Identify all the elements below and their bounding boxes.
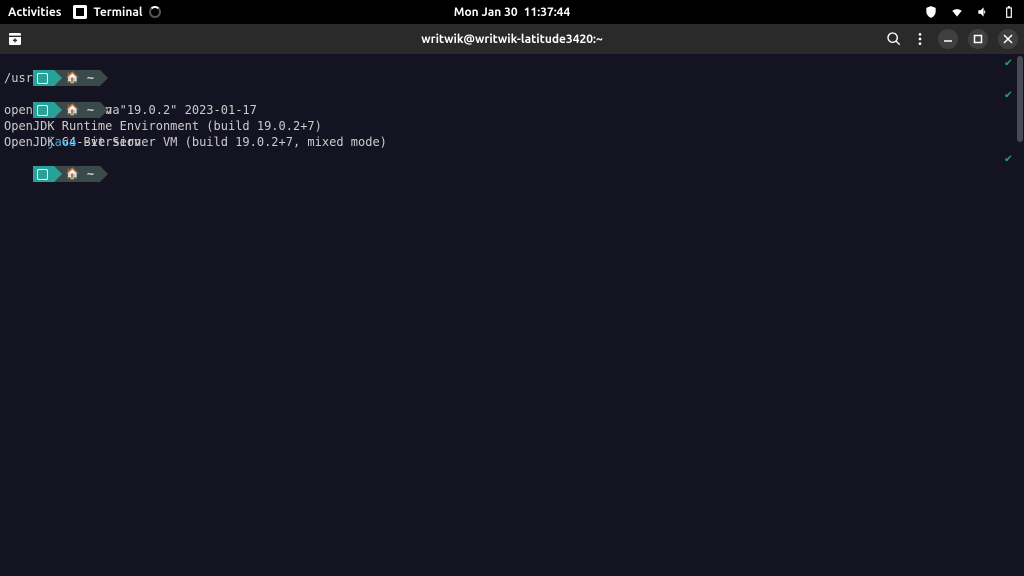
- status-ok-icon: ✔: [1005, 150, 1012, 166]
- os-logo-icon: [37, 169, 48, 180]
- terminal-viewport[interactable]: 🏠 ~ which java ✔ /usr/bin/java 🏠 ~ java …: [0, 54, 1024, 576]
- scrollbar-thumb[interactable]: [1017, 56, 1023, 142]
- app-name-label: Terminal: [93, 6, 142, 19]
- os-logo-icon: [37, 73, 48, 84]
- status-ok-icon: ✔: [1005, 54, 1012, 70]
- battery-icon[interactable]: [1002, 5, 1016, 19]
- terminal-app-icon: [73, 5, 87, 19]
- search-icon[interactable]: [886, 31, 902, 47]
- terminal-line: 🏠 ~ which java ✔: [0, 54, 1024, 70]
- shell-prompt: 🏠 ~: [33, 70, 108, 86]
- network-icon[interactable]: [950, 5, 964, 19]
- app-indicator[interactable]: Terminal: [73, 5, 160, 19]
- home-icon: 🏠: [66, 70, 80, 86]
- home-icon: 🏠: [66, 166, 80, 182]
- menu-icon[interactable]: [912, 31, 928, 47]
- new-tab-button[interactable]: [6, 30, 24, 48]
- scrollbar[interactable]: [1016, 54, 1024, 576]
- terminal-line: 🏠 ~ java -version ✔: [0, 86, 1024, 102]
- gnome-top-bar: Activities Terminal Mon Jan 30 11:37:44: [0, 0, 1024, 24]
- date-label: Mon Jan 30: [454, 6, 518, 19]
- activities-button[interactable]: Activities: [8, 6, 61, 19]
- command-arg: -version: [76, 135, 141, 149]
- os-logo-icon: [37, 105, 48, 116]
- shell-prompt: 🏠 ~: [33, 102, 108, 118]
- busy-spinner-icon: [149, 6, 161, 18]
- shield-icon[interactable]: [924, 5, 938, 19]
- status-ok-icon: ✔: [1005, 86, 1012, 102]
- window-title: writwik@writwik-latitude3420:~: [421, 33, 602, 46]
- window-titlebar: writwik@writwik-latitude3420:~: [0, 24, 1024, 54]
- minimize-button[interactable]: [938, 29, 958, 49]
- clock[interactable]: Mon Jan 30 11:37:44: [454, 6, 570, 19]
- terminal-line: 🏠 ~ ✔: [0, 150, 1024, 166]
- shell-prompt: 🏠 ~: [33, 166, 108, 182]
- terminal-output: OpenJDK 64-Bit Server VM (build 19.0.2+7…: [0, 134, 1024, 150]
- close-button[interactable]: [998, 29, 1018, 49]
- home-icon: 🏠: [66, 102, 80, 118]
- terminal-output: OpenJDK Runtime Environment (build 19.0.…: [0, 118, 1024, 134]
- maximize-button[interactable]: [968, 29, 988, 49]
- time-label: 11:37:44: [524, 6, 571, 19]
- volume-icon[interactable]: [976, 5, 990, 19]
- terminal-output: /usr/bin/java: [0, 70, 1024, 86]
- command-token: java: [47, 135, 76, 149]
- terminal-output: openjdk version "19.0.2" 2023-01-17: [0, 102, 1024, 118]
